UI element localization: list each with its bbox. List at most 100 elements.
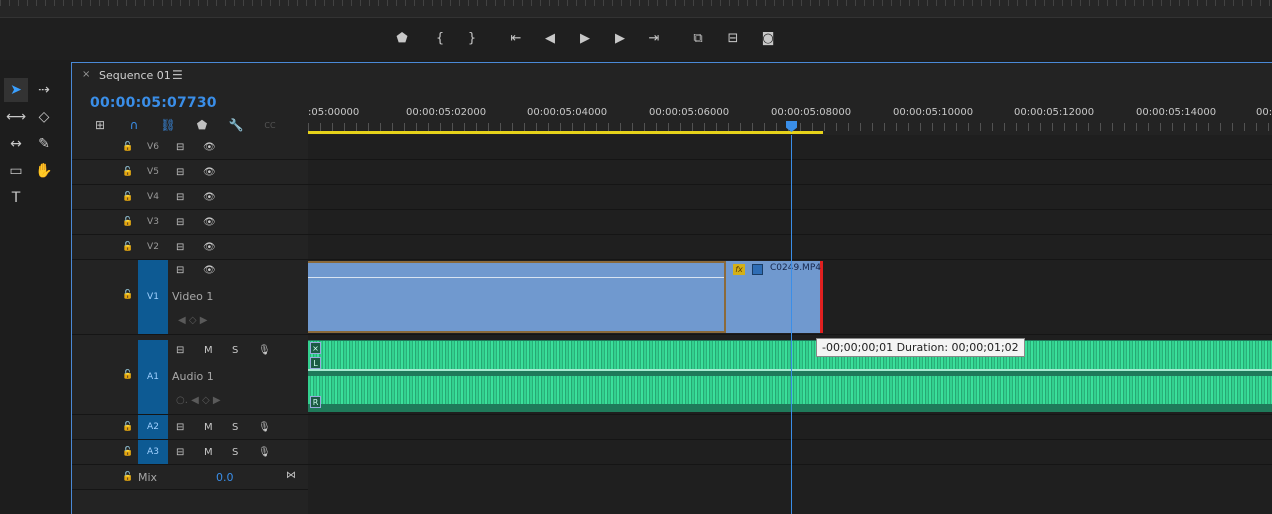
track-name-label: Video 1 (172, 290, 214, 303)
sync-lock-icon[interactable]: ⊟ (176, 142, 184, 153)
track-header-v6: 🔓 V6 ⊟ 👁 (72, 135, 308, 160)
eye-icon[interactable]: 👁 (203, 192, 216, 203)
keyframe-nav[interactable]: ○. ◀ ◇ ▶ (176, 395, 221, 406)
video-clip-tail[interactable]: fx C0249.MP4 (724, 261, 823, 333)
eye-icon[interactable]: 👁 (203, 217, 216, 228)
ruler-label: 00:00:05:02000 (406, 107, 487, 118)
sync-lock-icon[interactable]: ⊟ (176, 217, 184, 228)
track-header-v2: 🔓 V2 ⊟ 👁 (72, 235, 308, 260)
solo-button[interactable]: S (232, 422, 238, 433)
snap-icon[interactable]: ∩ (124, 117, 144, 133)
slip-tool[interactable]: ↔ (4, 132, 28, 156)
track-target-v6[interactable]: V6 (138, 142, 168, 152)
linked-selection-icon[interactable]: ⛓ (158, 117, 178, 133)
track-header-a2: 🔓 A2 ⊟ M S 🎙 (72, 415, 308, 440)
solo-button[interactable]: S (232, 447, 238, 458)
work-area-bar[interactable] (308, 131, 823, 134)
panel-menu-icon[interactable]: ☰ (172, 68, 183, 82)
add-marker-button[interactable]: ⬟ (390, 27, 414, 49)
rectangle-tool[interactable]: ▭ (4, 159, 28, 183)
mix-pan-icon[interactable]: ⋈ (286, 470, 296, 481)
ruler-label: 00:00:05:10000 (893, 107, 974, 118)
wrench-icon[interactable]: 🔧 (226, 117, 246, 133)
sync-lock-icon[interactable]: ⊟ (176, 242, 184, 253)
sync-lock-icon[interactable]: ⊟ (176, 447, 184, 458)
lock-icon[interactable]: 🔓 (122, 447, 133, 457)
insert-button[interactable]: ⧉ (686, 27, 710, 49)
hand-tool[interactable]: ✋ (32, 159, 56, 183)
mix-label: Mix (138, 471, 158, 484)
play-button[interactable]: ▶ (573, 27, 597, 49)
mute-button[interactable]: M (204, 447, 213, 458)
mic-icon[interactable]: 🎙 (258, 447, 271, 458)
lock-icon[interactable]: 🔓 (122, 472, 133, 482)
mic-icon[interactable]: 🎙 (258, 422, 271, 433)
playhead-timecode[interactable]: 00:00:05:07730 (90, 95, 217, 111)
sync-lock-icon[interactable]: ⊟ (176, 265, 184, 276)
ruler-label: :05:00000 (308, 107, 360, 118)
playhead-line[interactable] (791, 135, 792, 514)
ruler-label: 00:00:05:08000 (771, 107, 852, 118)
eye-icon[interactable]: 👁 (203, 142, 216, 153)
lock-icon[interactable]: 🔓 (122, 142, 133, 152)
track-area[interactable]: fx C0249.MP4 × L R -00;00;00;01 Duration… (308, 121, 1272, 514)
go-to-in-button[interactable]: ⇤ (504, 27, 528, 49)
mute-button[interactable]: M (204, 422, 213, 433)
go-to-out-button[interactable]: ⇥ (642, 27, 666, 49)
lock-icon[interactable]: 🔓 (122, 422, 133, 432)
type-tool[interactable]: T (4, 186, 28, 210)
close-icon[interactable]: × (82, 69, 90, 80)
solo-button[interactable]: S (232, 345, 238, 356)
track-target-v3[interactable]: V3 (138, 217, 168, 227)
mix-value[interactable]: 0.0 (216, 471, 234, 484)
eye-icon[interactable]: 👁 (203, 167, 216, 178)
sync-lock-icon[interactable]: ⊟ (176, 167, 184, 178)
add-marker-icon[interactable]: ⬟ (192, 117, 212, 133)
audio-fx-badge: × (310, 342, 321, 354)
audio-clip[interactable]: × L R (308, 340, 1272, 412)
track-header-v3: 🔓 V3 ⊟ 👁 (72, 210, 308, 235)
track-lane-v6 (308, 135, 1272, 160)
audio-volume-line (308, 369, 1272, 371)
selection-tool[interactable]: ➤ (4, 78, 28, 102)
track-target-v5[interactable]: V5 (138, 167, 168, 177)
lock-icon[interactable]: 🔓 (122, 370, 133, 380)
lock-icon[interactable]: 🔓 (122, 167, 133, 177)
track-target-v2[interactable]: V2 (138, 242, 168, 252)
eye-icon[interactable]: 👁 (203, 265, 216, 276)
lock-icon[interactable]: 🔓 (122, 290, 133, 300)
lock-icon[interactable]: 🔓 (122, 242, 133, 252)
eye-icon[interactable]: 👁 (203, 242, 216, 253)
insert-nest-icon[interactable]: ⊞ (90, 117, 110, 133)
track-target-a3[interactable]: A3 (138, 440, 168, 464)
mark-in-button[interactable]: { (428, 27, 452, 49)
keyframe-nav[interactable]: ◀ ◇ ▶ (178, 315, 207, 326)
track-lane-v5 (308, 160, 1272, 185)
sync-lock-icon[interactable]: ⊟ (176, 422, 184, 433)
track-target-v4[interactable]: V4 (138, 192, 168, 202)
export-frame-button[interactable]: ◙ (756, 27, 780, 49)
overwrite-button[interactable]: ⊟ (721, 27, 745, 49)
ruler-label: 00:00:05:12000 (1014, 107, 1095, 118)
step-back-button[interactable]: ◀ (538, 27, 562, 49)
step-forward-button[interactable]: ▶ (608, 27, 632, 49)
lock-icon[interactable]: 🔓 (122, 217, 133, 227)
track-target-a2[interactable]: A2 (138, 415, 168, 439)
lock-icon[interactable]: 🔓 (122, 192, 133, 202)
mute-button[interactable]: M (204, 345, 213, 356)
clip-name: C0249.MP4 (770, 263, 821, 273)
track-target-a1[interactable]: A1 (138, 340, 168, 414)
ripple-edit-tool[interactable]: ⟷ (4, 105, 28, 129)
mark-out-button[interactable]: } (460, 27, 484, 49)
sync-lock-icon[interactable]: ⊟ (176, 345, 184, 356)
sequence-tab-title[interactable]: Sequence 01 (99, 69, 171, 82)
premiere-window: ⬟ {} ⇤ ◀ ▶ ▶ ⇥ ⧉ ⊟ ◙ ➤ ⇢ ⟷ ◇ ↔ ✎ ▭ ✋ T × Sequence 01 ☰ 00… (0, 0, 1272, 514)
razor-tool[interactable]: ◇ (32, 105, 56, 129)
mic-icon[interactable]: 🎙 (258, 345, 271, 356)
ruler-label: 00:00:05:06000 (649, 107, 730, 118)
captions-icon[interactable]: CC (260, 117, 280, 133)
track-select-tool[interactable]: ⇢ (32, 78, 56, 102)
track-target-v1[interactable]: V1 (138, 260, 168, 334)
sync-lock-icon[interactable]: ⊟ (176, 192, 184, 203)
pen-tool[interactable]: ✎ (32, 132, 56, 156)
